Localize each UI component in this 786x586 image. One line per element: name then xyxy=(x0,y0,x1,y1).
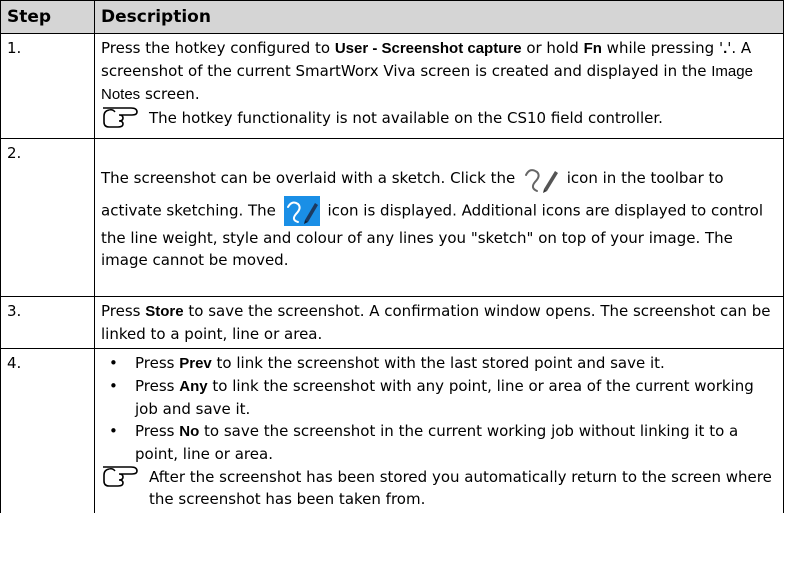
note-text: The hotkey functionality is not availabl… xyxy=(149,109,663,127)
step-number: 1. xyxy=(0,33,95,139)
pointing-hand-icon xyxy=(103,466,138,487)
header-description: Description xyxy=(94,0,784,34)
list-item: Press Prev to link the screenshot with t… xyxy=(101,352,777,375)
table-row: 4. Press Prev to link the screenshot wit… xyxy=(0,348,784,513)
note: The hotkey functionality is not availabl… xyxy=(101,107,777,129)
table-row: 1. Press the hotkey configured to User -… xyxy=(0,33,784,139)
note: After the screenshot has been stored you… xyxy=(101,466,777,510)
step-description: Press Store to save the screenshot. A co… xyxy=(94,296,784,349)
bullet-list: Press Prev to link the screenshot with t… xyxy=(101,352,777,465)
step-text: Press the hotkey configured to User - Sc… xyxy=(101,39,753,103)
step-description: Press Prev to link the screenshot with t… xyxy=(94,348,784,513)
note-text: After the screenshot has been stored you… xyxy=(149,468,772,508)
step-description: The screenshot can be overlaid with a sk… xyxy=(94,138,784,297)
step-text: The screenshot can be overlaid with a sk… xyxy=(101,142,777,271)
step-number: 3. xyxy=(0,296,95,349)
list-item: Press No to save the screenshot in the c… xyxy=(101,420,777,465)
header-step: Step xyxy=(0,0,95,34)
procedure-table: Step Description 1. Press the hotkey con… xyxy=(0,0,784,513)
pointing-hand-icon xyxy=(103,107,138,128)
table-header-row: Step Description xyxy=(0,0,784,34)
step-description: Press the hotkey configured to User - Sc… xyxy=(94,33,784,139)
table-row: 3. Press Store to save the screenshot. A… xyxy=(0,296,784,349)
list-item: Press Any to link the screenshot with an… xyxy=(101,375,777,420)
step-number: 4. xyxy=(0,348,95,513)
sketch-pen-active-icon xyxy=(283,195,320,226)
table-row: 2. The screenshot can be overlaid with a… xyxy=(0,138,784,297)
step-number: 2. xyxy=(0,138,95,297)
sketch-pen-icon xyxy=(525,168,558,193)
step-text: Press Store to save the screenshot. A co… xyxy=(101,302,771,343)
